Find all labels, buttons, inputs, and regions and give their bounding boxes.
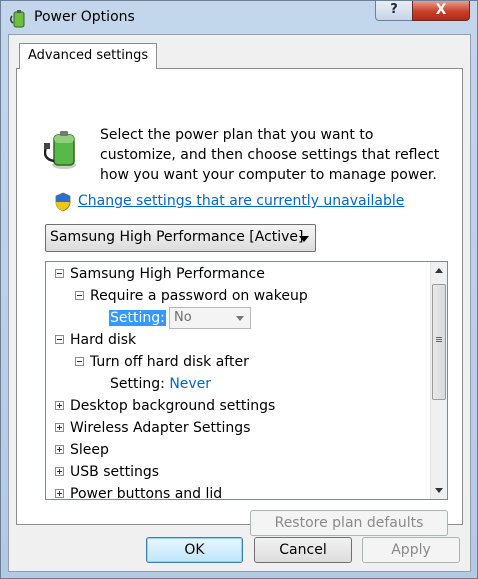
title-bar[interactable]: Power Options ? X	[1, 1, 477, 35]
scrollbar-thumb[interactable]	[432, 284, 446, 400]
tree-item-require-password[interactable]: Require a password on wakeup	[75, 286, 308, 306]
apply-button[interactable]: Apply	[362, 537, 460, 563]
close-icon: X	[435, 2, 447, 18]
tree-item-plan[interactable]: Samsung High Performance	[55, 264, 265, 284]
window-title: Power Options	[34, 9, 135, 25]
tree-item-turn-off-disk-setting[interactable]: Setting: Never	[110, 374, 211, 394]
tree-item-label: Desktop background settings	[70, 398, 276, 414]
power-options-window: Power Options ? X Advanced settings Sele…	[0, 0, 478, 579]
close-button[interactable]: X	[412, 1, 470, 21]
dialog-client-area: Advanced settings Select the power plan …	[8, 34, 471, 572]
tree-item-wireless[interactable]: Wireless Adapter Settings	[55, 418, 250, 438]
setting-value-link[interactable]: Never	[169, 376, 211, 392]
tree-scrollbar[interactable]	[430, 262, 447, 499]
tree-item-desktop-background[interactable]: Desktop background settings	[55, 396, 275, 416]
tree-item-turn-off-disk[interactable]: Turn off hard disk after	[75, 352, 249, 372]
battery-plug-icon	[44, 131, 76, 169]
setting-label: Setting:	[109, 310, 166, 326]
expand-icon[interactable]	[55, 444, 64, 454]
tree-item-hard-disk[interactable]: Hard disk	[55, 330, 136, 350]
scroll-up-arrow-icon[interactable]	[435, 268, 443, 273]
tree-item-label: Hard disk	[70, 332, 137, 348]
require-password-combo[interactable]: No	[169, 307, 251, 329]
tree-item-label: USB settings	[70, 464, 160, 480]
scroll-down-arrow-icon[interactable]	[435, 488, 443, 493]
expand-icon[interactable]	[55, 488, 64, 498]
tree-item-usb[interactable]: USB settings	[55, 462, 159, 482]
help-icon: ?	[390, 2, 398, 17]
chevron-down-icon	[299, 236, 309, 242]
expand-icon[interactable]	[55, 422, 64, 432]
power-plan-select[interactable]: Samsung High Performance [Active]	[45, 224, 316, 252]
change-unavailable-settings-link[interactable]: Change settings that are currently unava…	[78, 193, 404, 209]
power-options-app-icon	[10, 10, 25, 28]
tree-item-label: Samsung High Performance	[70, 266, 265, 282]
expand-icon[interactable]	[55, 466, 64, 476]
power-plan-select-value: Samsung High Performance [Active]	[50, 229, 304, 245]
require-password-combo-value: No	[174, 310, 192, 325]
tree-item-label: Sleep	[70, 442, 109, 458]
setting-label: Setting:	[110, 376, 165, 392]
uac-shield-icon	[55, 192, 71, 212]
tree-item-require-password-setting[interactable]: Setting:	[109, 308, 166, 328]
collapse-icon[interactable]	[75, 290, 84, 300]
collapse-icon[interactable]	[75, 356, 84, 366]
tab-advanced-settings[interactable]: Advanced settings	[19, 43, 158, 69]
tree-item-label: Wireless Adapter Settings	[70, 420, 251, 436]
cancel-button[interactable]: Cancel	[254, 537, 352, 563]
tree-item-power-buttons[interactable]: Power buttons and lid	[55, 484, 223, 500]
ok-button[interactable]: OK	[146, 537, 243, 563]
tree-item-label: Turn off hard disk after	[90, 354, 249, 370]
help-button[interactable]: ?	[375, 1, 413, 21]
tree-item-label: Power buttons and lid	[70, 486, 223, 500]
chevron-down-icon	[236, 316, 244, 321]
tree-item-label: Require a password on wakeup	[90, 288, 308, 304]
collapse-icon[interactable]	[55, 334, 64, 344]
expand-icon[interactable]	[55, 400, 64, 410]
grip-icon	[436, 337, 442, 338]
collapse-icon[interactable]	[55, 268, 64, 278]
restore-defaults-button[interactable]: Restore plan defaults	[250, 510, 448, 536]
settings-tree[interactable]: Samsung High Performance Require a passw…	[45, 261, 448, 500]
tree-item-sleep[interactable]: Sleep	[55, 440, 109, 460]
intro-text: Select the power plan that you want to c…	[100, 127, 440, 183]
advanced-settings-panel: Select the power plan that you want to c…	[16, 68, 463, 536]
